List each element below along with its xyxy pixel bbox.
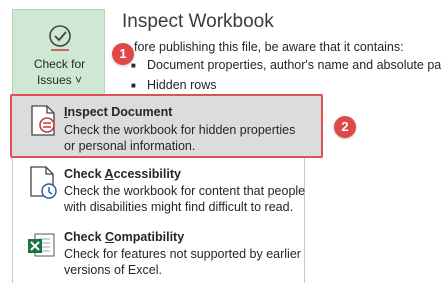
- annotation-badge-2: 2: [334, 116, 356, 138]
- menu-item-inspect-document[interactable]: Inspect Document Check the workbook for …: [10, 94, 323, 158]
- check-for-issues-label: Check for Issues ˅: [33, 57, 86, 87]
- check-compatibility-desc-1: Check for features not supported by earl…: [64, 247, 301, 261]
- check-accessibility-title: Check Accessibility: [64, 167, 181, 181]
- bullet-document-properties: Document properties, author's name and a…: [131, 58, 441, 72]
- inspect-document-title: Inspect Document: [64, 105, 173, 119]
- check-accessibility-icon: [30, 166, 57, 199]
- inspect-workbook-intro: fore publishing this file, be aware that…: [134, 40, 404, 54]
- check-for-issues-button[interactable]: Check for Issues ˅: [12, 9, 105, 95]
- inspect-workbook-title: Inspect Workbook: [122, 11, 274, 32]
- check-accessibility-desc-2: with disabilities might find difficult t…: [64, 200, 294, 214]
- excel-compatibility-icon: [28, 233, 55, 257]
- inspect-document-desc-1: Check the workbook for hidden properties: [64, 123, 296, 137]
- bullet-hidden-rows: Hidden rows: [131, 78, 217, 92]
- check-document-icon: [49, 25, 71, 51]
- check-accessibility-desc-1: Check the workbook for content that peop…: [64, 184, 306, 198]
- inspect-document-icon: [31, 105, 55, 136]
- inspect-document-desc-2: or personal information.: [64, 139, 196, 153]
- annotation-badge-1: 1: [112, 43, 134, 65]
- menu-item-check-compatibility[interactable]: Check Compatibility Check for features n…: [12, 223, 305, 283]
- chevron-down-icon: ˅: [75, 73, 83, 87]
- menu-item-check-accessibility[interactable]: Check Accessibility Check the workbook f…: [12, 160, 305, 222]
- check-compatibility-desc-2: versions of Excel.: [64, 263, 162, 277]
- check-compatibility-title: Check Compatibility: [64, 230, 185, 244]
